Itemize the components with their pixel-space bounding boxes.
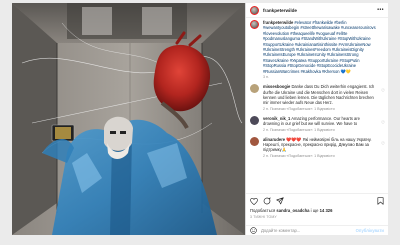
comment-text: missesboogie Danke dass Du Dich weiterhi… — [263, 84, 375, 111]
comment-text: veronik_nik_1 Amazing performance. Our h… — [263, 116, 375, 133]
comment-meta[interactable]: 2 н. Позначки «Подобається»: 1 Відповіст… — [263, 154, 375, 159]
comment-item: alinarudere ❤️❤️❤️ Які неймовірні біль н… — [246, 135, 388, 161]
post-image[interactable] — [12, 3, 245, 235]
post-date: 3 ТИЖНІ ТОМУ — [250, 215, 277, 219]
post-sidebar: frankpeterwilde ••• frankpeterwilde #ele… — [245, 3, 388, 235]
bookmark-icon[interactable] — [377, 197, 384, 205]
post-photo — [12, 3, 245, 235]
share-icon[interactable] — [276, 197, 284, 205]
like-comment-icon[interactable]: ♡ — [381, 120, 385, 126]
comment-text: alinarudere ❤️❤️❤️ Які неймовірні біль н… — [263, 137, 375, 159]
likes-user[interactable]: sandra_osadcha — [276, 208, 309, 213]
comment-username[interactable]: veronik_nik_1 — [263, 116, 290, 121]
comment-username[interactable]: alinarudere — [263, 137, 285, 142]
action-bar — [250, 197, 384, 205]
emoji-icon[interactable] — [250, 227, 257, 234]
commenter-avatar[interactable] — [250, 115, 259, 125]
caption-hashtags[interactable]: #elevator #frankwilde #berlin #wewantyou… — [263, 20, 376, 74]
likes-and: і ще — [310, 208, 319, 213]
comment-item: veronik_nik_1 Amazing performance. Our h… — [246, 114, 388, 135]
commenter-avatar[interactable] — [250, 84, 259, 94]
comment-username[interactable]: missesboogie — [263, 84, 290, 89]
author-avatar[interactable] — [250, 5, 259, 15]
caption-username[interactable]: frankpeterwilde — [263, 20, 293, 25]
likes-prefix: Подобається — [250, 208, 276, 213]
commenter-avatar[interactable] — [250, 136, 259, 146]
post-footer: Подобається sandra_osadcha і ще 14 326 3… — [246, 193, 388, 235]
like-comment-icon[interactable]: ♡ — [381, 141, 385, 147]
caption-text: frankpeterwilde #elevator #frankwilde #b… — [263, 20, 381, 80]
post-modal: frankpeterwilde ••• frankpeterwilde #ele… — [12, 3, 388, 235]
caption-meta: 3 н. — [263, 75, 269, 80]
comment-item: missesboogie Danke dass Du Dich weiterhi… — [246, 82, 388, 113]
post-header: frankpeterwilde ••• — [246, 3, 388, 18]
comment-meta[interactable]: 2 н. Позначки «Подобається»: 1 Відповіст… — [263, 128, 375, 133]
add-comment-bar: Додайте коментар... Опублікувати — [246, 225, 388, 235]
caption: frankpeterwilde #elevator #frankwilde #b… — [246, 18, 388, 82]
likes-count[interactable]: 14 326 — [320, 208, 333, 213]
author-username[interactable]: frankpeterwilde — [263, 8, 297, 13]
more-options-icon[interactable]: ••• — [377, 7, 384, 13]
comment-icon[interactable] — [263, 197, 271, 205]
comment-meta[interactable]: 2 н. Позначки «Подобається»: 1 Відповіст… — [263, 107, 375, 112]
likes-summary[interactable]: Подобається sandra_osadcha і ще 14 326 — [250, 208, 384, 213]
caption-avatar[interactable] — [250, 20, 259, 29]
like-comment-icon[interactable]: ♡ — [381, 88, 385, 94]
like-icon[interactable] — [250, 197, 258, 205]
publish-button[interactable]: Опублікувати — [356, 228, 384, 233]
add-comment-input[interactable]: Додайте коментар... — [261, 228, 300, 233]
